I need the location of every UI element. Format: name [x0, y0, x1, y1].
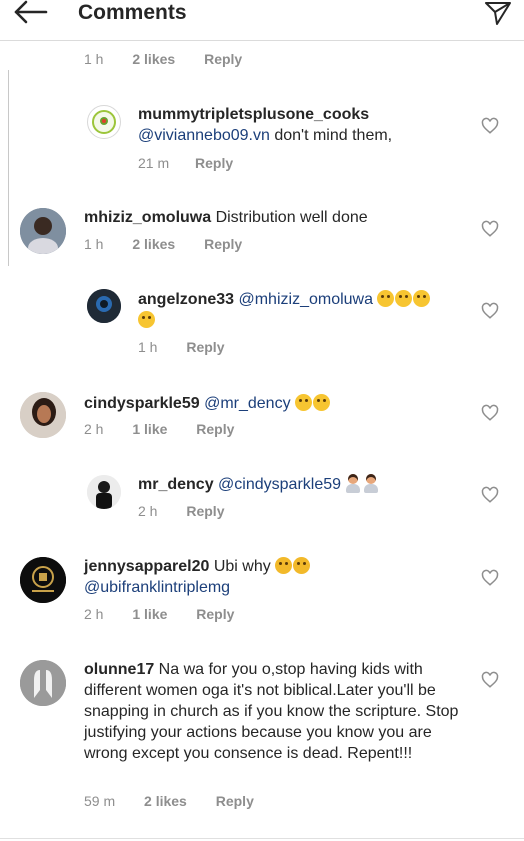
comment-text: mhiziz_omoluwa Distribution well done: [84, 207, 464, 228]
comment-meta: 2 h 1 like Reply: [84, 606, 234, 622]
grinning-emoji-icon: [377, 290, 395, 307]
heart-outline-icon[interactable]: [481, 220, 499, 238]
comment-likes[interactable]: 2 likes: [132, 51, 175, 67]
comment-body: Distribution well done: [211, 209, 368, 226]
person-emoji-icon: [345, 474, 361, 493]
comment-mention[interactable]: @viviannebo09.vn: [138, 127, 270, 144]
comment-text: mummytripletsplusone_cooks @viviannebo09…: [138, 104, 468, 146]
avatar[interactable]: [87, 475, 121, 509]
comment-meta: 2 h Reply: [138, 503, 224, 519]
comment-time: 21 m: [138, 155, 170, 171]
avatar[interactable]: [20, 557, 66, 603]
comment-username[interactable]: cindysparkle59: [84, 395, 200, 412]
comment-time: 2 h: [138, 503, 158, 519]
comment-meta: 1 h 2 likes Reply: [84, 51, 242, 67]
reply-button[interactable]: Reply: [195, 155, 233, 171]
avatar[interactable]: [20, 392, 66, 438]
comment-username[interactable]: mummytripletsplusone_cooks: [138, 106, 369, 123]
comment-likes[interactable]: 2 likes: [132, 236, 175, 252]
comment-text: jennysapparel20 Ubi why @ubifranklintrip…: [84, 556, 464, 598]
comment-meta: 1 h Reply: [138, 339, 224, 355]
comment-mention[interactable]: @mhiziz_omoluwa: [238, 291, 373, 308]
worried-emoji-icon: [293, 557, 311, 574]
comment-username[interactable]: mr_dency: [138, 476, 214, 493]
comment-time: 1 h: [138, 339, 158, 355]
comment-text: cindysparkle59 @mr_dency: [84, 393, 464, 414]
grinning-emoji-icon: [395, 290, 413, 307]
heart-outline-icon[interactable]: [481, 569, 499, 587]
laughing-emoji-icon: [313, 394, 331, 411]
heart-outline-icon[interactable]: [481, 486, 499, 504]
comment-username[interactable]: mhiziz_omoluwa: [84, 209, 211, 226]
heart-outline-icon[interactable]: [481, 302, 499, 320]
comment-body: don't mind them,: [269, 127, 393, 144]
avatar[interactable]: [20, 208, 66, 254]
heart-outline-icon[interactable]: [481, 671, 499, 689]
comment-likes[interactable]: 1 like: [132, 606, 167, 622]
comment-body: Ubi why: [209, 558, 271, 575]
comment-time: 1 h: [84, 51, 104, 67]
person-emoji-icon: [363, 474, 379, 493]
comment-username[interactable]: olunne17: [84, 661, 154, 678]
heart-outline-icon[interactable]: [481, 117, 499, 135]
comment-time: 2 h: [84, 606, 104, 622]
comment-mention[interactable]: @mr_dency: [204, 395, 291, 412]
grinning-emoji-icon: [413, 290, 431, 307]
thread-line: [8, 70, 9, 266]
comment-text: angelzone33 @mhiziz_omoluwa: [138, 289, 468, 331]
comment-meta: 1 h 2 likes Reply: [84, 236, 242, 252]
grinning-emoji-icon: [138, 311, 155, 328]
reply-button[interactable]: Reply: [186, 503, 224, 519]
reply-button[interactable]: Reply: [186, 339, 224, 355]
comment-meta: 21 m Reply: [138, 155, 233, 171]
comment-likes[interactable]: 2 likes: [144, 793, 187, 809]
back-arrow-icon[interactable]: [12, 0, 50, 30]
comment-time: 59 m: [84, 793, 116, 809]
avatar[interactable]: [87, 105, 121, 139]
reply-button[interactable]: Reply: [204, 51, 242, 67]
comment-meta: 59 m 2 likes Reply: [84, 793, 254, 809]
paper-plane-icon[interactable]: [484, 0, 512, 28]
header-bar: Comments: [0, 0, 524, 41]
reply-button[interactable]: Reply: [216, 793, 254, 809]
worried-emoji-icon: [275, 557, 293, 574]
comment-mention[interactable]: @ubifranklintriplemg: [84, 579, 230, 596]
comment-time: 1 h: [84, 236, 104, 252]
avatar[interactable]: [20, 660, 66, 706]
comment-text: olunne17 Na wa for you o,stop having kid…: [84, 659, 459, 764]
comment-text: mr_dency @cindysparkle59: [138, 474, 468, 495]
reply-button[interactable]: Reply: [204, 236, 242, 252]
comment-username[interactable]: jennysapparel20: [84, 558, 209, 575]
divider: [0, 838, 524, 839]
reply-button[interactable]: Reply: [196, 421, 234, 437]
heart-outline-icon[interactable]: [481, 404, 499, 422]
comment-likes[interactable]: 1 like: [132, 421, 167, 437]
reply-button[interactable]: Reply: [196, 606, 234, 622]
comment-meta: 2 h 1 like Reply: [84, 421, 234, 437]
avatar[interactable]: [87, 289, 121, 323]
laughing-emoji-icon: [295, 394, 313, 411]
comment-username[interactable]: angelzone33: [138, 291, 234, 308]
comment-mention[interactable]: @cindysparkle59: [218, 476, 341, 493]
page-title: Comments: [78, 1, 187, 24]
comment-time: 2 h: [84, 421, 104, 437]
